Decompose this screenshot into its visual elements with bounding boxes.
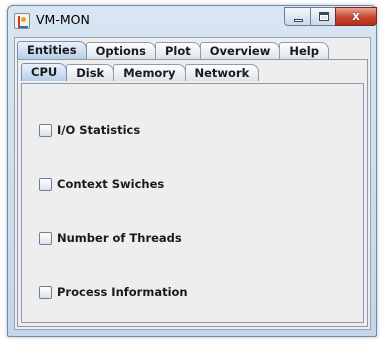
- tab-network[interactable]: Network: [184, 64, 260, 81]
- number-of-threads-checkbox[interactable]: Number of Threads: [39, 230, 182, 246]
- close-button[interactable]: x: [335, 7, 377, 26]
- checkbox-box[interactable]: [39, 123, 52, 137]
- checkbox-box[interactable]: [39, 231, 52, 245]
- tab-cpu[interactable]: CPU: [21, 63, 68, 81]
- checkbox-box[interactable]: [39, 285, 52, 299]
- window-title: VM-MON: [36, 12, 90, 27]
- close-icon: x: [352, 9, 360, 23]
- checkbox-label: Number of Threads: [57, 231, 182, 245]
- maximize-button[interactable]: [310, 7, 336, 26]
- tab-memory[interactable]: Memory: [113, 64, 186, 81]
- checkbox-label: I/O Statistics: [57, 123, 141, 137]
- cpu-panel: I/O Statistics Context Swiches Number of…: [21, 83, 364, 323]
- title-bar[interactable]: VM-MON x: [8, 6, 377, 34]
- io-statistics-checkbox[interactable]: I/O Statistics: [39, 122, 140, 138]
- checkbox-label: Process Information: [57, 285, 188, 299]
- sub-tab-bar: CPU Disk Memory Network: [21, 63, 260, 81]
- maximize-icon: [319, 12, 329, 21]
- main-tab-bar: Entities Options Plot Overview Help: [17, 41, 329, 59]
- minimize-icon: [294, 19, 303, 22]
- client-area: Entities Options Plot Overview Help CPU …: [14, 37, 371, 330]
- entities-panel: CPU Disk Memory Network I/O Statistics C…: [17, 59, 368, 327]
- tab-help[interactable]: Help: [279, 42, 329, 59]
- tab-disk[interactable]: Disk: [66, 64, 115, 81]
- context-switches-checkbox[interactable]: Context Swiches: [39, 176, 164, 192]
- tab-plot[interactable]: Plot: [154, 42, 201, 59]
- tab-overview[interactable]: Overview: [199, 42, 281, 59]
- checkbox-box[interactable]: [39, 177, 52, 191]
- tab-options[interactable]: Options: [85, 42, 156, 59]
- app-window: VM-MON x Entities Options Plot Overview …: [7, 5, 377, 337]
- java-app-icon: [14, 13, 30, 29]
- process-information-checkbox[interactable]: Process Information: [39, 284, 188, 300]
- tab-entities[interactable]: Entities: [17, 41, 87, 59]
- checkbox-label: Context Swiches: [57, 177, 165, 191]
- minimize-button[interactable]: [284, 7, 311, 26]
